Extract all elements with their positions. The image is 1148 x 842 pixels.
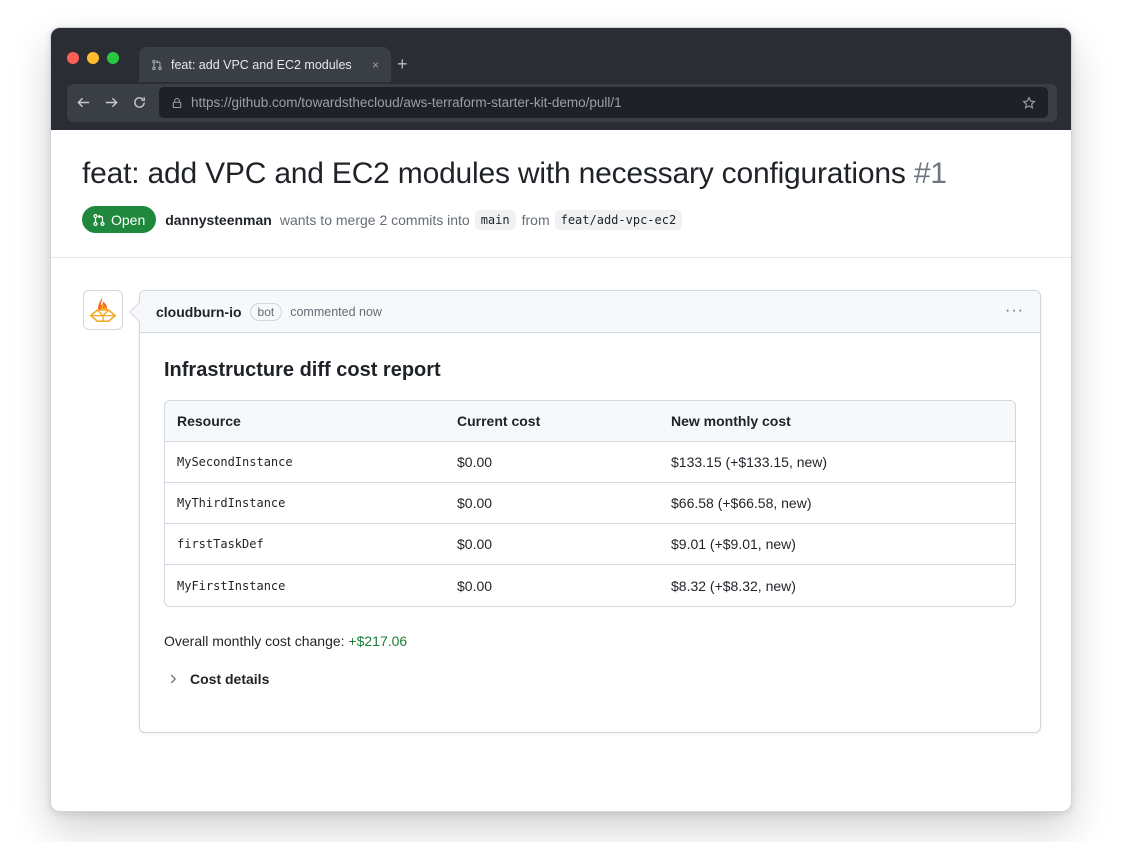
browser-window: feat: add VPC and EC2 modules × + https:… (50, 27, 1072, 812)
pull-request-icon (151, 59, 163, 71)
comment-body: Infrastructure diff cost report Resource… (140, 333, 1040, 687)
new-cost-cell: $8.32 (+$8.32, new) (671, 577, 796, 594)
comment-timestamp[interactable]: commented now (290, 305, 382, 319)
plus-icon[interactable]: + (397, 52, 408, 76)
bot-badge: bot (249, 302, 283, 321)
maximize-window-button[interactable] (107, 52, 119, 64)
pr-title-text: feat: add VPC and EC2 modules with neces… (82, 157, 906, 190)
status-badge: Open (82, 206, 157, 233)
back-arrow-icon[interactable] (74, 93, 92, 111)
pr-meta: Open dannysteenman wants to merge 2 comm… (82, 206, 688, 233)
status-label: Open (111, 211, 146, 228)
table-row: MyThirdInstance $0.00 $66.58 (+$66.58, n… (165, 483, 1015, 524)
resource-cell: MyThirdInstance (177, 496, 286, 510)
pr-author-link[interactable]: dannysteenman (165, 212, 272, 228)
minimize-window-button[interactable] (87, 52, 99, 64)
window-controls (67, 52, 119, 64)
base-branch[interactable]: main (474, 209, 516, 230)
resource-cell: firstTaskDef (177, 537, 264, 551)
column-header: Current cost (457, 413, 541, 429)
comment-box: cloudburn-io bot commented now ··· Infra… (129, 290, 1041, 733)
from-text: from (521, 211, 550, 228)
pull-request-icon (92, 213, 106, 227)
new-cost-cell: $9.01 (+$9.01, new) (671, 536, 796, 552)
current-cost-cell: $0.00 (457, 454, 493, 470)
lock-icon (171, 97, 183, 109)
current-cost-cell: $0.00 (457, 536, 493, 552)
kebab-menu-icon[interactable]: ··· (1005, 303, 1024, 319)
comment-header: cloudburn-io bot commented now ··· (140, 291, 1040, 333)
new-cost-cell: $133.15 (+$133.15, new) (671, 454, 828, 470)
page-content: feat: add VPC and EC2 modules with neces… (51, 130, 1071, 811)
url-text: https://github.com/towardsthecloud/aws-t… (191, 95, 622, 110)
close-icon[interactable]: × (372, 58, 379, 72)
table-row: MySecondInstance $0.00 $133.15 (+$133.15… (165, 442, 1015, 483)
address-bar[interactable]: https://github.com/towardsthecloud/aws-t… (159, 87, 1048, 118)
merge-text: wants to merge 2 commits into (279, 211, 470, 228)
avatar[interactable] (83, 290, 123, 330)
commenter-link[interactable]: cloudburn-io (156, 304, 242, 320)
browser-toolbar: https://github.com/towardsthecloud/aws-t… (67, 84, 1057, 122)
star-icon[interactable] (1022, 95, 1036, 110)
close-window-button[interactable] (67, 52, 79, 64)
resource-cell: MySecondInstance (177, 455, 293, 469)
chevron-right-icon (166, 672, 180, 686)
cloudburn-logo-icon (89, 297, 117, 322)
header-divider (51, 257, 1071, 258)
page-title: feat: add VPC and EC2 modules with neces… (82, 157, 947, 191)
current-cost-cell: $0.00 (457, 495, 493, 511)
cost-table: Resource Current cost New monthly cost M… (164, 400, 1016, 607)
column-header: New monthly cost (671, 413, 791, 429)
new-cost-cell: $66.58 (+$66.58, new) (671, 495, 812, 511)
resource-cell: MyFirstInstance (177, 578, 286, 593)
overall-cost-label: Overall monthly cost change: (164, 633, 345, 649)
browser-tab[interactable]: feat: add VPC and EC2 modules × (139, 47, 391, 82)
reload-icon[interactable] (130, 93, 148, 111)
forward-arrow-icon[interactable] (102, 93, 120, 111)
table-row: MyFirstInstance $0.00 $8.32 (+$8.32, new… (165, 565, 1015, 606)
current-cost-cell: $0.00 (457, 577, 493, 594)
column-header: Resource (177, 413, 241, 429)
head-branch[interactable]: feat/add-vpc-ec2 (554, 209, 683, 230)
cost-details-label: Cost details (190, 671, 270, 687)
overall-cost-change: Overall monthly cost change: +$217.06 (164, 633, 1016, 649)
browser-chrome: feat: add VPC and EC2 modules × + https:… (51, 28, 1071, 130)
report-title: Infrastructure diff cost report (164, 359, 441, 381)
table-row: firstTaskDef $0.00 $9.01 (+$9.01, new) (165, 524, 1015, 565)
table-header-row: Resource Current cost New monthly cost (165, 401, 1015, 442)
cost-details-toggle[interactable]: Cost details (164, 671, 1016, 687)
overall-cost-value: +$217.06 (348, 633, 408, 649)
pr-number[interactable]: #1 (914, 157, 947, 190)
tab-title: feat: add VPC and EC2 modules (171, 57, 352, 72)
